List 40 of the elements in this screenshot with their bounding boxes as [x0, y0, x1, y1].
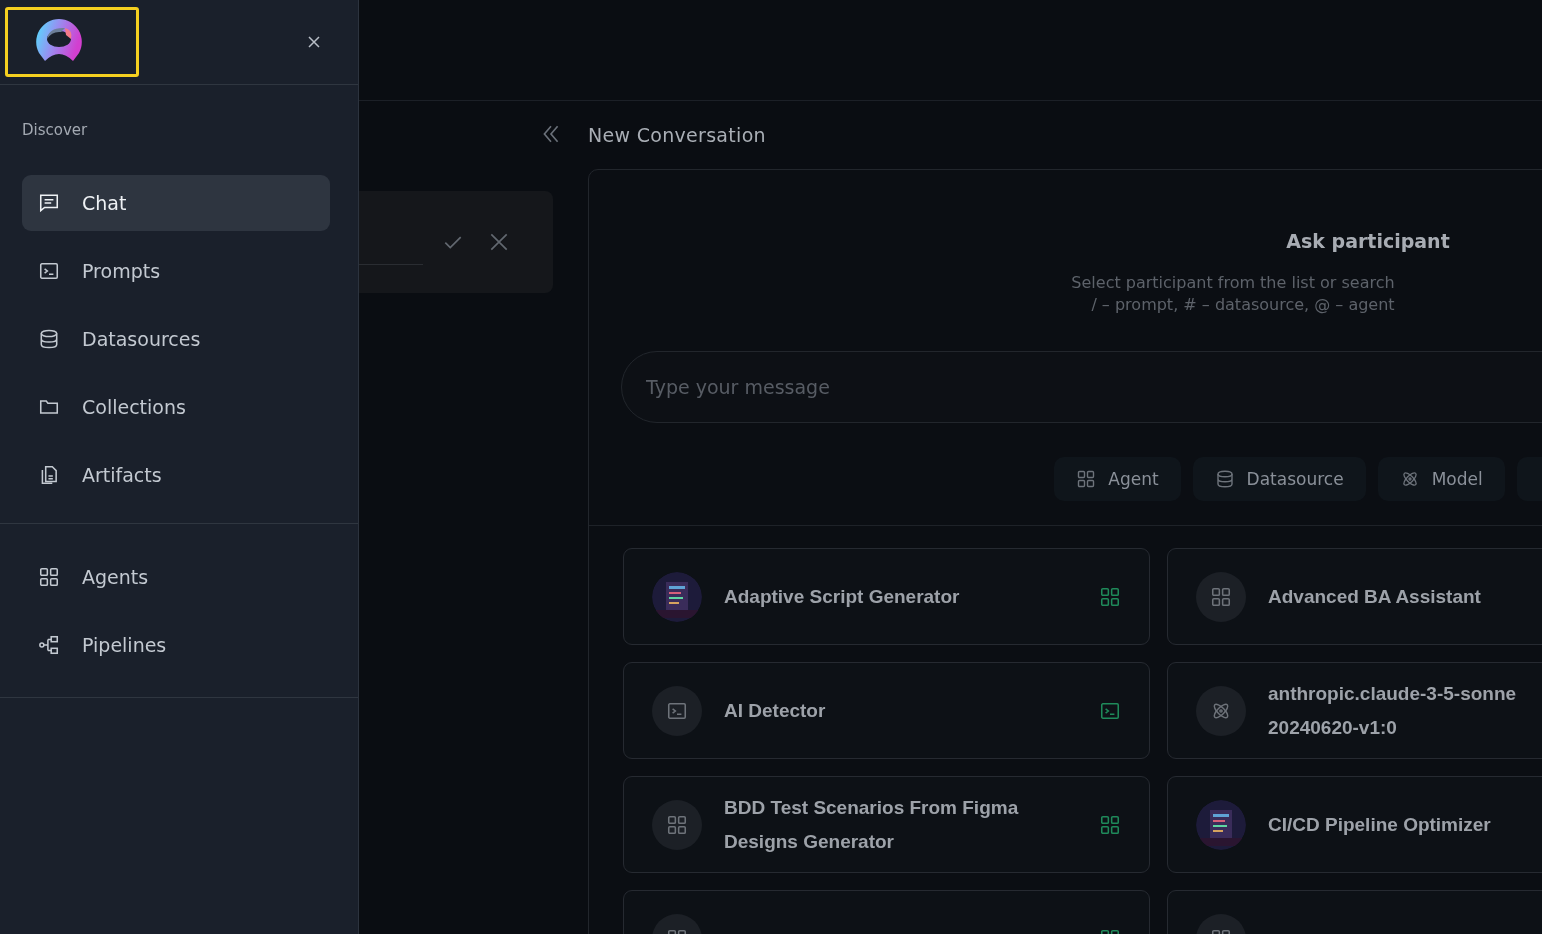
participant-card[interactable]: Advanced BA Assistant: [1167, 548, 1542, 645]
filter-chip[interactable]: Datasource: [1192, 457, 1366, 501]
nav-item[interactable]: Datasources: [22, 311, 330, 367]
nav-item[interactable]: Artifacts: [22, 447, 330, 503]
close-icon: [488, 231, 510, 253]
card-title: BDD Test Scenarios From Figma Designs Generator: [724, 795, 1020, 854]
grid-icon: [1076, 469, 1097, 489]
heading: Ask participant: [1286, 230, 1450, 252]
card-title: Adaptive Script Generator: [724, 584, 961, 609]
grid-icon: [1099, 585, 1121, 608]
nav-item[interactable]: Collections: [22, 379, 330, 435]
pipeline-icon: [38, 634, 60, 656]
section-label: Discover: [21, 120, 89, 139]
grid-icon: [666, 813, 688, 836]
filter-chip[interactable]: Model: [1377, 457, 1505, 501]
database-icon: [1214, 469, 1235, 489]
participant-card[interactable]: Adaptive Script Generator: [623, 548, 1150, 645]
card-title: AI Detector: [724, 698, 827, 723]
grid-icon: [38, 566, 60, 588]
participant-card[interactable]: anthropic.claude-3-5-sonne 20240620-v1:0: [1167, 662, 1542, 759]
card-title: CI/CD Pipeline Optimizer: [1268, 812, 1492, 837]
filter-chip[interactable]: Agent: [1054, 457, 1181, 501]
grid-icon: [1210, 585, 1232, 608]
conversation-title: New Conversation: [588, 123, 766, 148]
message-field[interactable]: Type your message: [621, 351, 1542, 423]
nav-item[interactable]: Prompts: [22, 243, 330, 299]
close-icon: [306, 34, 322, 50]
terminal-icon: [38, 260, 60, 282]
participant-card[interactable]: AI Detector: [623, 662, 1150, 759]
hint-text: Select participant from the list or search / – prompt, # – datasource, @ – agent: [1071, 272, 1395, 316]
nav-item[interactable]: Pipelines: [22, 617, 330, 673]
participant-card[interactable]: CI/CD Pipeline Optimizer: [1167, 776, 1542, 873]
card-title: anthropic.claude-3-5-sonne 20240620-v1:0: [1268, 681, 1518, 740]
database-icon: [38, 328, 60, 350]
grid-icon: [1099, 813, 1121, 836]
participant-card[interactable]: BDD Test Scenarios From Figma Designs Generator: [623, 776, 1150, 873]
nav-item[interactable]: Agents: [22, 549, 330, 605]
chat-icon: [38, 192, 60, 214]
nav-item[interactable]: Chat: [22, 175, 330, 231]
card-title: Advanced BA Assistant: [1268, 584, 1482, 609]
